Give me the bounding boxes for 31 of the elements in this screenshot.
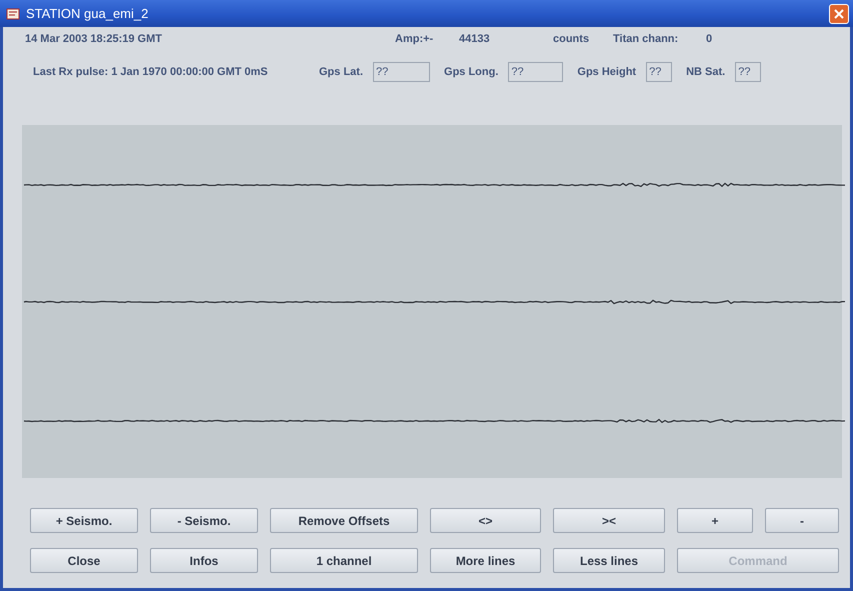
window-title: STATION gua_emi_2: [26, 6, 150, 21]
app-icon: [6, 6, 20, 20]
toolbar-button[interactable]: + Seismo.: [30, 508, 138, 533]
last-pulse-text: Last Rx pulse: 1 Jan 1970 00:00:00 GMT 0mS: [33, 66, 269, 78]
toolbar-button[interactable]: +: [677, 508, 753, 533]
close-icon: [834, 8, 844, 18]
amp-unit: counts: [553, 33, 590, 45]
toolbar-button[interactable]: -: [765, 508, 839, 533]
toolbar-button[interactable]: ><: [553, 508, 665, 533]
gps-field-label: Gps Lat.: [319, 66, 364, 78]
toolbar-button[interactable]: Remove Offsets: [270, 508, 418, 533]
gps-input-field[interactable]: ??: [508, 62, 564, 82]
gps-input-field[interactable]: ??: [373, 62, 430, 82]
toolbar-button[interactable]: <>: [430, 508, 541, 533]
toolbar-button[interactable]: - Seismo.: [150, 508, 258, 533]
gps-field-label: Gps Long.: [444, 66, 498, 78]
amp-label: Amp:+-: [395, 33, 434, 45]
gps-input-field[interactable]: ??: [735, 62, 762, 82]
gps-input-field[interactable]: ??: [646, 62, 672, 82]
date-text: 14 Mar 2003 18:25:19 GMT: [25, 33, 163, 45]
toolbar-button[interactable]: Infos: [150, 548, 258, 573]
toolbar-button[interactable]: More lines: [430, 548, 541, 573]
close-button[interactable]: [829, 4, 849, 24]
gps-field-label: Gps Height: [577, 66, 636, 78]
titan-value: 0: [706, 33, 714, 45]
toolbar-button[interactable]: 1 channel: [270, 548, 418, 573]
toolbar-button[interactable]: Close: [30, 548, 138, 573]
toolbar-button[interactable]: Less lines: [553, 548, 665, 573]
amp-value: 44133: [459, 33, 491, 45]
gps-field-label: NB Sat.: [686, 66, 726, 78]
titan-label: Titan chann:: [613, 33, 680, 45]
